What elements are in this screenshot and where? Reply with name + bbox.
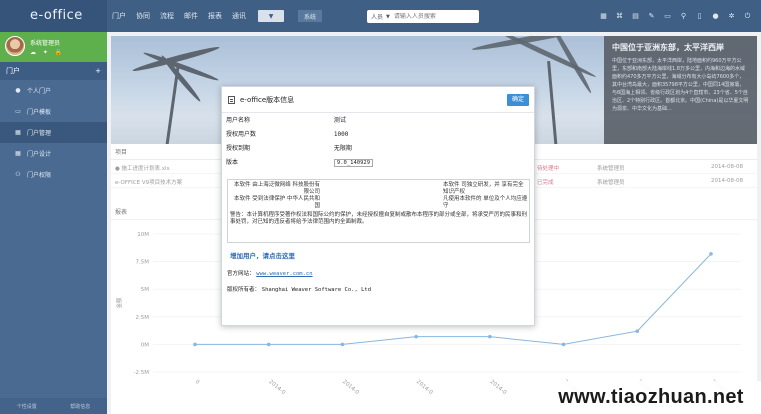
avatar[interactable] <box>5 36 25 56</box>
nav-item-report[interactable]: 报表 <box>208 11 222 21</box>
info-row-version: 版本 9.0_140929 <box>226 157 374 167</box>
user-panel: 系统管理员 ☁ ✦ 🔒 <box>0 32 107 62</box>
nav-more-button[interactable]: ▼ <box>258 10 284 22</box>
nav-item-contacts[interactable]: 通讯 <box>232 11 246 21</box>
user-icon[interactable]: ● <box>712 12 719 20</box>
sidebar-footer: 个性设置 帮助信息 <box>0 398 107 414</box>
sidebar-item-label: 门户权限 <box>27 172 52 179</box>
sidebar-item-personal-portal[interactable]: ● 个人门户 <box>0 80 107 101</box>
desc-text: 本软件 由上海泛微网络 科技股份有限公司 <box>234 182 320 195</box>
search-box[interactable]: 人员 ▼ <box>367 10 479 23</box>
sidebar-item-portal-design[interactable]: ▦ 门户设计 <box>0 143 107 164</box>
help-link[interactable]: 帮助信息 <box>70 403 90 410</box>
sidebar-item-portal-permission[interactable]: ⚇ 门户权限 <box>0 164 107 185</box>
chevron-down-icon[interactable]: ▼ <box>386 14 390 20</box>
top-nav: 门户 协同 流程 邮件 报表 通讯 ▼ 系统 <box>112 0 322 32</box>
info-value: 1000 <box>333 131 349 138</box>
sidebar-item-label: 门户管理 <box>27 130 52 137</box>
sidebar-item-label: 个人门户 <box>27 88 52 95</box>
version-info-dialog: e-office版本信息 确定 用户名称 测试 授权用户数 1000 授权到期 … <box>221 86 535 326</box>
location-icon[interactable]: ⚲ <box>680 12 687 20</box>
phone-icon[interactable]: ▯ <box>696 12 703 20</box>
nav-item-collab[interactable]: 协同 <box>136 11 150 21</box>
chart-icon[interactable]: ▤ <box>632 12 639 20</box>
monitor-icon[interactable]: ▭ <box>664 12 671 20</box>
sidebar-item-portal-manage[interactable]: ▦ 门户管理 <box>0 122 107 143</box>
version-field: 9.0_140929 <box>333 159 374 167</box>
top-icon-bar: ▦ ⌘ ▤ ✎ ▭ ⚲ ▯ ● ✲ ⏻ <box>591 0 751 32</box>
add-icon[interactable]: + <box>95 67 101 75</box>
developer-row: 版权所有者： Shanghai Weaver Software Co., Ltd <box>227 285 371 293</box>
info-row-licenses: 授权用户数 1000 <box>226 129 348 138</box>
desc-text: 凡使用本软件的 单位及个人均应遵守 <box>443 196 528 209</box>
watermark: www.tiaozhuan.net <box>541 381 761 414</box>
desc-text: 本软件 司独立研发，并 享有完全知识产权 <box>443 182 524 195</box>
user-name: 系统管理员 <box>30 40 61 47</box>
user-icon: ● <box>15 87 21 94</box>
cloud-icon[interactable]: ☁ <box>30 49 36 56</box>
sidebar-item-label: 门户模板 <box>27 109 52 116</box>
developer-name: Shanghai Weaver Software Co., Ltd <box>261 287 372 293</box>
desc-text: 本软件 受到法律保护 中华人民共和国 <box>234 196 320 209</box>
users-icon: ⚇ <box>15 171 21 178</box>
license-warning: 警告：本计算机程序受著作权法和国际公约的保护，未经授权擅自复制或散布本程序的部分… <box>230 212 528 225</box>
info-value: 测试 <box>333 117 346 124</box>
website-link[interactable]: www.weaver.com.cn <box>256 271 312 277</box>
info-row-expiry: 授权到期 无限期 <box>226 143 352 152</box>
edit-icon[interactable]: ✎ <box>648 12 655 20</box>
sidebar: 系统管理员 ☁ ✦ 🔒 门户 + ● 个人门户 ▭ 门户模板 ▦ 门户管理 ▦ … <box>0 32 107 414</box>
grid-icon[interactable]: ▦ <box>600 12 607 20</box>
file-icon: ▭ <box>15 108 21 115</box>
nav-item-portal[interactable]: 门户 <box>112 11 126 21</box>
sidebar-item-portal-template[interactable]: ▭ 门户模板 <box>0 101 107 122</box>
info-row-user: 用户名称 测试 <box>226 115 346 124</box>
settings-icon[interactable]: ✲ <box>728 12 735 20</box>
license-description: 本软件 由上海泛微网络 科技股份有限公司 本软件 受到法律保护 中华人民共和国 … <box>227 179 530 243</box>
dialog-title: e-office版本信息 <box>240 95 295 104</box>
app-logo[interactable]: e-office <box>0 0 107 32</box>
nav-item-mail[interactable]: 邮件 <box>184 11 198 21</box>
power-icon[interactable]: ⏻ <box>744 12 751 20</box>
grid-icon: ▦ <box>15 150 21 157</box>
info-label: 用户名称 <box>226 117 251 124</box>
personal-settings-link[interactable]: 个性设置 <box>17 403 37 410</box>
lock-icon[interactable]: 🔒 <box>55 49 62 56</box>
website-row: 官方网站： www.weaver.com.cn <box>227 269 313 277</box>
nav-item-flow[interactable]: 流程 <box>160 11 174 21</box>
developer-label: 版权所有者： <box>227 287 261 293</box>
dialog-header: e-office版本信息 确定 <box>222 87 534 113</box>
ok-button[interactable]: 确定 <box>507 94 529 106</box>
sidebar-section-portal[interactable]: 门户 + <box>0 62 107 80</box>
info-label: 授权用户数 <box>226 131 257 138</box>
add-user-link[interactable]: 增加用户，请点击这里 <box>230 250 295 260</box>
user-actions: ☁ ✦ 🔒 <box>30 49 67 56</box>
top-bar: e-office 门户 协同 流程 邮件 报表 通讯 ▼ 系统 人员 ▼ ▦ ⌘… <box>0 0 761 32</box>
search-input[interactable] <box>393 13 464 20</box>
info-label: 授权到期 <box>226 145 251 152</box>
document-icon <box>228 95 235 104</box>
star-icon[interactable]: ✦ <box>43 49 48 56</box>
nav-system-button[interactable]: 系统 <box>298 10 322 22</box>
website-label: 官方网站： <box>227 271 255 277</box>
search-scope[interactable]: 人员 <box>371 12 383 21</box>
sitemap-icon[interactable]: ⌘ <box>616 12 623 20</box>
info-value: 无限期 <box>333 145 352 152</box>
grid-icon: ▦ <box>15 129 21 136</box>
sidebar-section-label: 门户 <box>6 67 20 75</box>
sidebar-item-label: 门户设计 <box>27 151 52 158</box>
info-label: 版本 <box>226 159 239 166</box>
